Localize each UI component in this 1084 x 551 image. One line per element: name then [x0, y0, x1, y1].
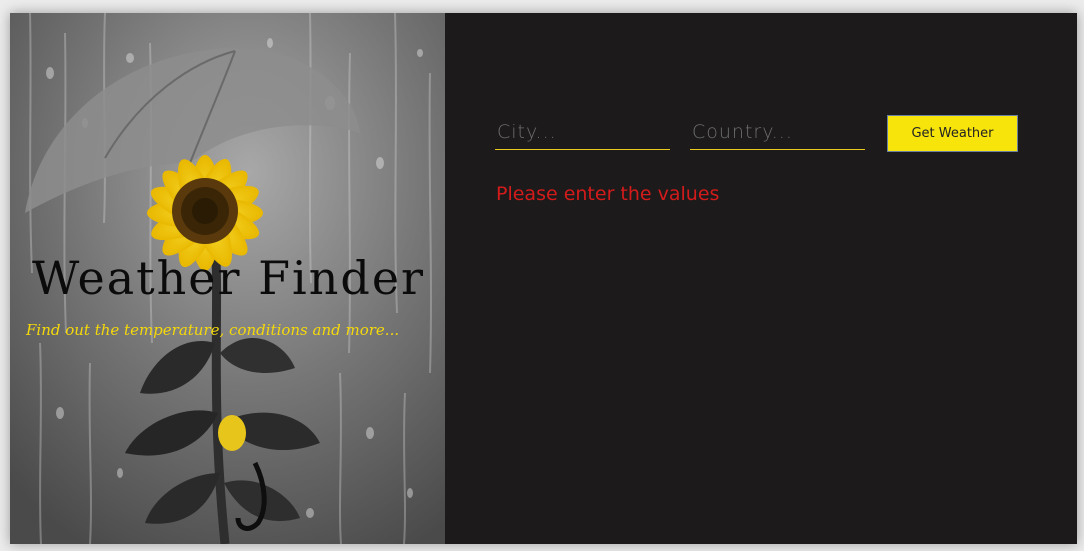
form-panel: Get Weather Please enter the values: [445, 13, 1077, 544]
get-weather-button[interactable]: Get Weather: [887, 115, 1018, 152]
weather-form: Get Weather: [495, 113, 1018, 152]
app-subtitle: Find out the temperature, conditions and…: [26, 321, 400, 339]
app-title: Weather Finder: [32, 251, 426, 305]
hero-panel: Weather Finder Find out the temperature,…: [10, 13, 445, 544]
error-message: Please enter the values: [496, 183, 720, 205]
city-input[interactable]: [495, 114, 670, 150]
app-window: Weather Finder Find out the temperature,…: [10, 13, 1077, 544]
country-input[interactable]: [690, 114, 865, 150]
